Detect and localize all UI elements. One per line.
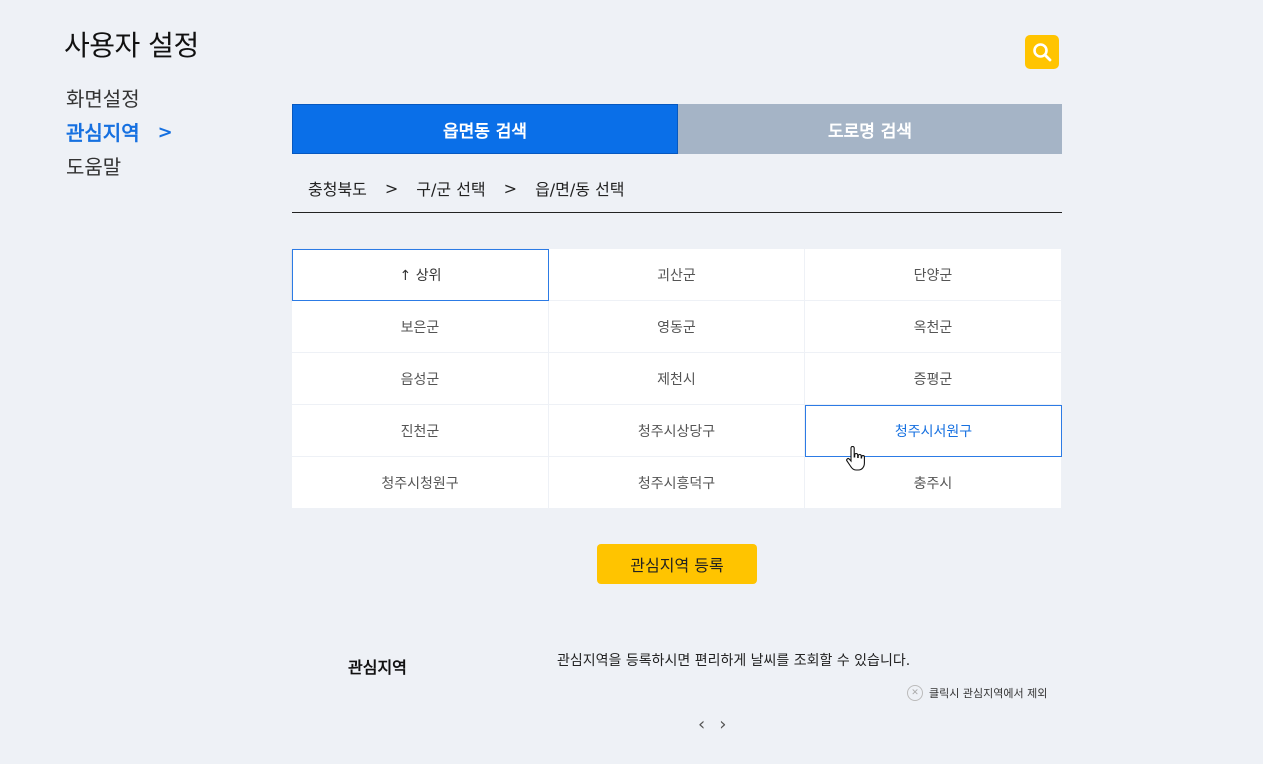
region-cell[interactable]: 음성군	[292, 353, 549, 405]
region-cell[interactable]: 진천군	[292, 405, 549, 457]
region-cell[interactable]: 제천시	[549, 353, 805, 405]
close-icon: ✕	[907, 685, 923, 701]
tab-eupmyeondong-search[interactable]: 읍면동 검색	[292, 104, 678, 154]
favorites-description: 관심지역을 등록하시면 편리하게 날씨를 조회할 수 있습니다.	[557, 653, 911, 669]
search-button[interactable]	[1025, 35, 1059, 69]
region-cell[interactable]: 증평군	[805, 353, 1062, 405]
breadcrumb-town-select[interactable]: 읍/면/동 선택	[535, 176, 624, 200]
breadcrumb-province[interactable]: 충청북도	[308, 176, 367, 200]
region-cell[interactable]: 청주시청원구	[292, 457, 549, 509]
region-cell-selected[interactable]: 청주시서원구	[805, 405, 1062, 457]
side-nav-item-display-settings[interactable]: 화면설정	[66, 82, 173, 116]
breadcrumb-separator: >	[503, 178, 518, 198]
page-title: 사용자 설정	[64, 29, 199, 62]
search-icon	[1033, 43, 1052, 62]
region-cell-up[interactable]: ↑ 상위	[292, 249, 549, 301]
breadcrumb-district-select[interactable]: 구/군 선택	[416, 176, 485, 200]
search-tabs: 읍면동 검색 도로명 검색	[292, 104, 1062, 154]
chevron-left-icon[interactable]: ‹	[698, 714, 705, 735]
side-nav-item-label: 관심지역	[66, 121, 140, 145]
breadcrumb-separator: >	[384, 178, 399, 198]
hand-cursor-icon	[846, 446, 865, 471]
side-nav-item-label: 도움말	[66, 155, 122, 179]
side-nav-item-label: 화면설정	[66, 87, 140, 111]
region-cell[interactable]: 영동군	[549, 301, 805, 353]
register-interest-button[interactable]: 관심지역 등록	[597, 544, 757, 584]
region-cell[interactable]: 단양군	[805, 249, 1062, 301]
favorites-label: 관심지역	[348, 658, 407, 677]
region-cell[interactable]: 괴산군	[549, 249, 805, 301]
side-nav: 화면설정 관심지역 > 도움말	[66, 82, 173, 184]
region-grid: ↑ 상위 괴산군 단양군 보은군 영동군 옥천군 음성군 제천시 증평군 진천군…	[292, 249, 1062, 509]
pager: ‹ ›	[698, 714, 726, 735]
chevron-right-icon[interactable]: ›	[719, 714, 726, 735]
remove-hint-text: 클릭시 관심지역에서 제외	[929, 687, 1048, 700]
region-cell[interactable]: 보은군	[292, 301, 549, 353]
region-cell[interactable]: 충주시	[805, 457, 1062, 509]
region-cell[interactable]: 청주시상당구	[549, 405, 805, 457]
breadcrumb: 충청북도 > 구/군 선택 > 읍/면/동 선택	[292, 164, 1062, 213]
region-cell[interactable]: 옥천군	[805, 301, 1062, 353]
region-cell[interactable]: 청주시흥덕구	[549, 457, 805, 509]
tab-road-name-search[interactable]: 도로명 검색	[678, 104, 1062, 154]
side-nav-item-help[interactable]: 도움말	[66, 150, 173, 184]
side-nav-item-interest-regions[interactable]: 관심지역 >	[66, 116, 173, 150]
remove-hint: ✕ 클릭시 관심지역에서 제외	[907, 685, 1062, 701]
chevron-right-icon: >	[157, 122, 173, 143]
